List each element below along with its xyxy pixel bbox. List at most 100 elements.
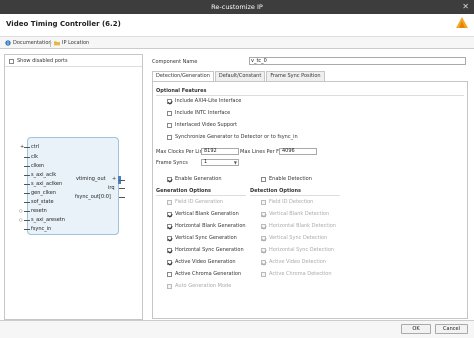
vertical-blank-generation-option[interactable]: Vertical Blank Generation	[167, 211, 239, 217]
checkbox[interactable]	[167, 98, 172, 104]
enable-generation-option[interactable]: Enable Generation	[167, 176, 222, 182]
port-vtiming-out: vtiming_out	[76, 176, 106, 182]
checkbox[interactable]	[167, 176, 172, 182]
tab-frame-sync-position[interactable]: Frame Sync Position	[266, 71, 325, 81]
port-ctrl: ctrl	[31, 144, 40, 150]
max-clocks-input[interactable]: 8192	[201, 148, 239, 155]
show-disabled-ports-label: Show disabled ports	[17, 58, 68, 64]
port-s-axi-aresetn: s_axi_aresetn	[31, 217, 65, 223]
close-icon[interactable]: ✕	[462, 2, 469, 11]
checkbox[interactable]	[261, 235, 266, 241]
option-label: Field ID Generation	[175, 199, 223, 205]
dialog-header: Video Timing Controller (6.2)	[0, 14, 474, 36]
horizontal-sync-detection-option[interactable]: Horizontal Sync Detection	[261, 247, 334, 253]
checkbox[interactable]	[261, 199, 266, 205]
port-resetn: resetn	[31, 208, 47, 214]
option-label: Vertical Sync Detection	[269, 235, 328, 241]
ip-location-button[interactable]: IP Location	[54, 40, 89, 46]
port-pin	[24, 175, 30, 176]
vertical-sync-generation-option[interactable]: Vertical Sync Generation	[167, 235, 237, 241]
show-disabled-ports-checkbox[interactable]: Show disabled ports	[9, 58, 68, 64]
option-label: Include INTC Interface	[175, 110, 231, 116]
frame-syncs-label: Frame Syncs	[156, 160, 188, 166]
option-label: Field ID Detection	[269, 199, 314, 205]
port-clken: clken	[31, 163, 45, 169]
active-chroma-generation-option[interactable]: Active Chroma Generation	[167, 271, 241, 277]
active-video-detection-option[interactable]: Active Video Detection	[261, 259, 326, 265]
documentation-menu[interactable]: Documentation	[5, 40, 52, 46]
checkbox[interactable]	[261, 259, 266, 265]
port-pin	[24, 157, 30, 158]
option-label: Active Video Generation	[175, 259, 236, 265]
checkbox[interactable]	[167, 134, 172, 140]
vertical-sync-detection-option[interactable]: Vertical Sync Detection	[261, 235, 327, 241]
include-intc-option[interactable]: Include INTC Interface	[167, 110, 230, 116]
configuration-panel: Component Name v_tc_0 Detection/Generati…	[147, 54, 470, 320]
chevron-down-icon: ▼	[233, 160, 237, 165]
active-low-icon: ○	[19, 208, 23, 213]
checkbox[interactable]	[261, 223, 266, 229]
synchronize-generator-option[interactable]: Synchronize Generator to Detector or to …	[167, 134, 298, 140]
option-label: Enable Generation	[175, 176, 222, 182]
checkbox[interactable]	[167, 211, 172, 217]
checkbox[interactable]	[167, 235, 172, 241]
port-gen-clken: gen_clken	[31, 190, 57, 196]
option-label: Vertical Blank Generation	[175, 211, 239, 217]
port-s-axi-aclken: s_axi_aclken	[31, 181, 63, 187]
detection-options-heading: Detection Options	[250, 188, 302, 194]
checkbox[interactable]	[167, 122, 172, 128]
section-divider	[250, 195, 340, 196]
horizontal-sync-generation-option[interactable]: Horizontal Sync Generation	[167, 247, 244, 253]
field-id-generation-option[interactable]: Field ID Generation	[167, 199, 223, 205]
checkbox[interactable]	[261, 211, 266, 217]
include-axi4-lite-option[interactable]: Include AXI4-Lite Interface	[167, 98, 241, 104]
enable-detection-option[interactable]: Enable Detection	[261, 176, 312, 182]
checkbox[interactable]	[167, 271, 172, 277]
active-video-generation-option[interactable]: Active Video Generation	[167, 259, 236, 265]
tab-content: Optional Features Include AXI4-Lite Inte…	[152, 81, 468, 319]
checkbox[interactable]	[167, 247, 172, 253]
checkbox[interactable]	[261, 247, 266, 253]
option-label: Interlaced Video Support	[175, 122, 238, 128]
documentation-label: Documentation	[13, 40, 52, 46]
checkbox[interactable]	[167, 199, 172, 205]
port-pin	[119, 197, 125, 198]
checkbox[interactable]	[167, 223, 172, 229]
port-pin	[24, 147, 30, 148]
bus-expand-icon[interactable]: +	[112, 176, 116, 182]
max-lines-input[interactable]: 4096	[279, 148, 317, 155]
tab-default-constant[interactable]: Default/Constant	[214, 71, 266, 81]
checkbox[interactable]	[167, 283, 172, 289]
component-name-input[interactable]: v_tc_0	[249, 57, 466, 65]
port-fsync-in: fsync_in	[31, 226, 52, 232]
optional-features-heading: Optional Features	[156, 88, 207, 94]
option-label: Vertical Sync Generation	[175, 235, 237, 241]
port-pin	[24, 202, 30, 203]
option-label: Vertical Blank Detection	[269, 211, 330, 217]
field-id-detection-option[interactable]: Field ID Detection	[261, 199, 313, 205]
option-label: Horizontal Blank Generation	[175, 223, 246, 229]
vertical-blank-detection-option[interactable]: Vertical Blank Detection	[261, 211, 329, 217]
checkbox[interactable]	[9, 58, 14, 64]
option-label: Horizontal Sync Detection	[269, 247, 335, 253]
horizontal-blank-detection-option[interactable]: Horizontal Blank Detection	[261, 223, 336, 229]
info-icon	[5, 40, 11, 46]
divider	[5, 66, 142, 67]
frame-syncs-select[interactable]: 1 ▼	[201, 159, 239, 166]
checkbox[interactable]	[261, 176, 266, 182]
generation-options-heading: Generation Options	[156, 188, 212, 194]
cancel-button[interactable]: Cancel	[435, 324, 468, 334]
ok-button[interactable]: OK	[401, 324, 431, 334]
checkbox[interactable]	[167, 259, 172, 265]
ip-title: Video Timing Controller (6.2)	[6, 20, 121, 28]
section-divider	[156, 195, 246, 196]
horizontal-blank-generation-option[interactable]: Horizontal Blank Generation	[167, 223, 246, 229]
option-label: Active Chroma Generation	[175, 271, 242, 277]
folder-icon	[54, 41, 60, 46]
interlaced-video-option[interactable]: Interlaced Video Support	[167, 122, 237, 128]
active-chroma-detection-option[interactable]: Active Chroma Detection	[261, 271, 332, 277]
max-clocks-label: Max Clocks Per Line	[156, 149, 206, 155]
checkbox[interactable]	[261, 271, 266, 277]
checkbox[interactable]	[167, 110, 172, 116]
auto-generation-mode-option[interactable]: Auto Generation Mode	[167, 283, 231, 289]
